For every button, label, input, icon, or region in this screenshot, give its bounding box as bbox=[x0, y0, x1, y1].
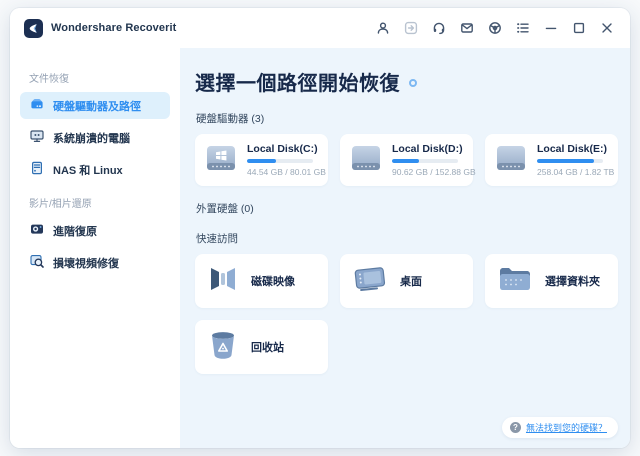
main-content: 選擇一個路徑開始恢復 硬盤驅動器 (3) Local Disk(C:) bbox=[180, 48, 630, 448]
feedback-mail-icon[interactable] bbox=[459, 21, 474, 36]
disk-image-icon bbox=[207, 262, 239, 301]
external-drives-section-label: 外置硬盤 (0) bbox=[196, 201, 630, 216]
drive-name: Local Disk(C:) bbox=[247, 143, 318, 155]
app-window: Wondershare Recoverit bbox=[10, 8, 630, 448]
titlebar-icons bbox=[375, 21, 614, 36]
titlebar: Wondershare Recoverit bbox=[10, 8, 630, 48]
footer-link-text: 無法找到您的硬碟？ bbox=[526, 421, 607, 434]
sidebar-item-corrupted-video-repair[interactable]: 損壞視頻修復 bbox=[20, 249, 170, 276]
sidebar-section-file-recovery: 文件恢復 bbox=[10, 70, 180, 87]
drive-usage-bar bbox=[247, 159, 313, 163]
drive-name: Local Disk(D:) bbox=[392, 143, 463, 155]
quick-access-row-2: 回收站 bbox=[195, 320, 630, 374]
menu-list-icon[interactable] bbox=[515, 21, 530, 36]
drive-name: Local Disk(E:) bbox=[537, 143, 608, 155]
drive-cards-row: Local Disk(C:) 44.54 GB / 80.01 GB Local… bbox=[195, 134, 630, 186]
close-icon[interactable] bbox=[599, 21, 614, 36]
sidebar-item-label: 系統崩潰的電腦 bbox=[53, 130, 130, 146]
recoverit-logo-icon bbox=[24, 19, 43, 38]
app-center-icon[interactable] bbox=[403, 21, 418, 36]
drive-card-c[interactable]: Local Disk(C:) 44.54 GB / 80.01 GB bbox=[195, 134, 328, 186]
drive-icon bbox=[29, 96, 45, 115]
drive-capacity: 258.04 GB / 1.82 TB bbox=[537, 167, 608, 177]
camera-icon bbox=[29, 221, 45, 240]
drive-card-d[interactable]: Local Disk(D:) 90.62 GB / 152.88 GB bbox=[340, 134, 473, 186]
desktop-icon bbox=[352, 262, 388, 301]
account-icon[interactable] bbox=[375, 21, 390, 36]
hard-drive-icon bbox=[349, 143, 383, 178]
drive-usage-bar bbox=[537, 159, 603, 163]
sidebar-item-label: NAS 和 Linux bbox=[53, 162, 123, 178]
title-status-dot-icon bbox=[409, 79, 417, 87]
drive-capacity: 90.62 GB / 152.88 GB bbox=[392, 167, 463, 177]
quick-card-label: 桌面 bbox=[400, 273, 422, 289]
question-mark-icon: ? bbox=[510, 422, 521, 433]
quick-card-label: 回收站 bbox=[251, 339, 284, 355]
page-title: 選擇一個路徑開始恢復 bbox=[195, 67, 400, 96]
quick-card-disk-image[interactable]: 磁碟映像 bbox=[195, 254, 328, 308]
sidebar-item-label: 進階復原 bbox=[53, 223, 97, 239]
quick-card-desktop[interactable]: 桌面 bbox=[340, 254, 473, 308]
drive-capacity: 44.54 GB / 80.01 GB bbox=[247, 167, 318, 177]
sidebar-item-enhanced-recovery[interactable]: 進階復原 bbox=[20, 217, 170, 244]
minimize-icon[interactable] bbox=[543, 21, 558, 36]
sidebar-section-video-photo-recovery: 影片/相片還原 bbox=[10, 195, 180, 212]
app-title: Wondershare Recoverit bbox=[51, 22, 176, 34]
help-icon[interactable] bbox=[487, 21, 502, 36]
drive-card-e[interactable]: Local Disk(E:) 258.04 GB / 1.82 TB bbox=[485, 134, 618, 186]
sidebar-item-nas-linux[interactable]: NAS 和 Linux bbox=[20, 156, 170, 183]
sidebar-item-label: 硬盤驅動器及路徑 bbox=[53, 98, 141, 114]
maximize-icon[interactable] bbox=[571, 21, 586, 36]
quick-card-label: 磁碟映像 bbox=[251, 273, 295, 289]
sidebar-item-crashed-computer[interactable]: 系統崩潰的電腦 bbox=[20, 124, 170, 151]
recycle-bin-icon bbox=[207, 328, 239, 367]
folder-icon bbox=[497, 263, 533, 300]
sidebar: 文件恢復 硬盤驅動器及路徑 系統崩潰的電腦 NAS 和 Linux 影片/相片還… bbox=[10, 48, 180, 448]
quick-card-label: 選擇資料夾 bbox=[545, 273, 600, 289]
computer-icon bbox=[29, 128, 45, 147]
drive-usage-bar bbox=[392, 159, 458, 163]
nas-server-icon bbox=[29, 160, 45, 179]
sidebar-item-hard-drives-and-locations[interactable]: 硬盤驅動器及路徑 bbox=[20, 92, 170, 119]
quick-access-row: 磁碟映像 桌面 bbox=[195, 254, 630, 308]
hard-drive-windows-icon bbox=[204, 143, 238, 178]
sidebar-item-label: 損壞視頻修復 bbox=[53, 255, 119, 271]
video-repair-magnifier-icon bbox=[29, 253, 45, 272]
quick-card-recycle-bin[interactable]: 回收站 bbox=[195, 320, 328, 374]
cant-find-drive-link[interactable]: ? 無法找到您的硬碟？ bbox=[502, 417, 618, 438]
quick-card-select-folder[interactable]: 選擇資料夾 bbox=[485, 254, 618, 308]
support-headset-icon[interactable] bbox=[431, 21, 446, 36]
hard-drive-icon bbox=[494, 143, 528, 178]
quick-access-section-label: 快速訪問 bbox=[196, 231, 630, 246]
drives-section-label: 硬盤驅動器 (3) bbox=[196, 111, 630, 126]
